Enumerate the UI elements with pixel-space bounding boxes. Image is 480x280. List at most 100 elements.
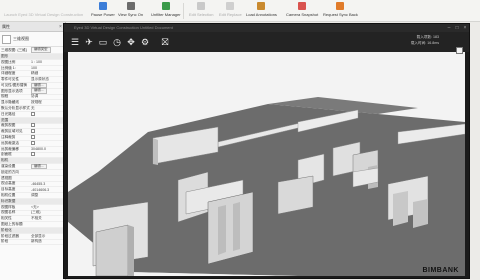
load-annotations-button[interactable]: Load Annotations [246, 1, 277, 21]
property-value[interactable]: 新构造 [30, 239, 64, 244]
property-key: 锁定的方向 [1, 169, 19, 174]
info-line-2: 载入时间: 16.8ms [410, 41, 439, 45]
checkbox[interactable] [31, 123, 35, 128]
wall [128, 225, 134, 276]
move-icon[interactable]: ✥ [126, 37, 136, 47]
plane-icon[interactable]: ✈ [84, 37, 94, 47]
properties-header: 属性 × [0, 22, 65, 32]
edit-replace-button[interactable]: Edit Replace [219, 1, 242, 21]
annotation-icon [257, 2, 266, 10]
property-value[interactable] [30, 135, 64, 140]
pause-power-button[interactable]: Pause Power [91, 1, 115, 21]
property-key: 相机位置 [1, 193, 16, 198]
property-value[interactable]: 精细 [30, 71, 64, 76]
pause-icon [98, 2, 107, 10]
menu-icon[interactable]: ☰ [70, 37, 80, 47]
property-value[interactable]: -46455.3 [30, 182, 64, 186]
property-value[interactable]: 304800.0 [30, 147, 64, 151]
property-value[interactable]: 编辑... [30, 163, 64, 170]
wall [413, 199, 428, 228]
property-key: 阶段过滤器 [1, 233, 19, 238]
clock-icon[interactable]: ◷ [112, 37, 122, 47]
edit-button[interactable]: 编辑... [31, 82, 47, 89]
property-row[interactable]: 阶段 新构造 [0, 239, 65, 246]
property-value[interactable]: 调整 [30, 193, 64, 198]
property-key: 视图比例 [1, 59, 16, 64]
maximize-icon[interactable]: □ [454, 25, 460, 31]
view-cube-icon[interactable] [456, 47, 463, 54]
property-value[interactable]: 按规程 [30, 100, 64, 105]
edit-button[interactable]: 编辑... [31, 88, 47, 94]
property-value[interactable]: 编辑... [30, 82, 64, 89]
property-key: 裁剪视图 [1, 123, 16, 128]
3d-viewport[interactable] [68, 52, 465, 276]
property-key: 目标高度 [1, 187, 16, 192]
robot-icon[interactable]: ⚙ [140, 37, 150, 47]
property-value[interactable] [30, 129, 64, 134]
close-icon[interactable]: × [462, 25, 468, 31]
view-sync-button[interactable]: View Sync On [118, 1, 143, 21]
checkbox[interactable] [31, 129, 35, 134]
property-key: 视点高度 [1, 181, 16, 186]
wall [233, 202, 240, 251]
property-key: 相关性 [1, 216, 12, 221]
checkbox[interactable] [31, 140, 35, 145]
wall [207, 191, 254, 265]
property-key: 图纸上的标题 [1, 222, 23, 227]
request-sync-back-button[interactable]: Request Sync Back [323, 1, 358, 21]
property-key: 相机 [1, 158, 9, 163]
properties-panel: 属性 × 三维视图 三维视图: {三维} 编辑类型 图形 视图比例 1 : 100 比… [0, 22, 66, 280]
property-value[interactable] [30, 111, 64, 117]
property-key: 显示隐藏线 [1, 100, 19, 105]
property-value[interactable]: 1 : 100 [30, 60, 64, 64]
property-key: 注释裁剪 [1, 135, 16, 140]
property-value[interactable] [30, 140, 64, 146]
property-value[interactable]: 无 [30, 106, 64, 111]
property-key: 视图样板 [1, 204, 16, 209]
wall [153, 138, 158, 165]
camera-snapshot-button[interactable]: Camera Snapshot [286, 1, 318, 21]
property-value[interactable]: -4014606.3 [30, 188, 64, 192]
checkbox[interactable] [31, 152, 35, 157]
folder-icon[interactable]: ▭ [98, 37, 108, 47]
wall [218, 205, 226, 255]
wall [95, 224, 129, 276]
instance-filter[interactable]: 三维视图: {三维} [0, 48, 30, 53]
property-value[interactable]: 不相关 [30, 216, 64, 221]
sync-icon [126, 2, 135, 10]
property-value[interactable]: 全部显示 [30, 234, 64, 239]
property-value[interactable]: <无> [30, 205, 64, 210]
viewer-window: Eyed 3D Virtual Design Construction Unti… [63, 23, 470, 279]
property-key: 远剪裁激活 [1, 140, 19, 145]
edit-type-button[interactable]: 编辑类型 [31, 47, 51, 53]
property-value[interactable]: {三维} [30, 210, 64, 215]
property-key: 规程 [1, 94, 9, 99]
checkbox[interactable] [31, 135, 35, 140]
property-value[interactable]: 100 [30, 66, 64, 70]
edit-selection-button[interactable]: Edit Selection [189, 1, 213, 21]
app-title: Launch Eyed 3D Virtual Design Constructi… [4, 12, 84, 17]
watermark-logo: BIMBANK [422, 267, 459, 274]
property-value[interactable] [30, 152, 64, 157]
type-name: 三维视图 [13, 36, 29, 41]
unfilter-manager-button[interactable]: Unfilter Manager [151, 1, 181, 21]
property-key: 详细程度 [1, 71, 16, 76]
property-key: 范围 [1, 117, 9, 122]
property-key: 图形 [1, 53, 9, 58]
checkbox[interactable] [31, 111, 35, 116]
camera-icon [298, 2, 307, 10]
property-value[interactable]: 协调 [30, 94, 64, 99]
ribbon-toolbar: Launch Eyed 3D Virtual Design Constructi… [0, 0, 480, 22]
type-selector[interactable]: 三维视图 [0, 32, 65, 47]
minimize-icon[interactable]: – [446, 25, 452, 31]
pedestrian-icon[interactable]: ⛝ [160, 37, 170, 47]
property-key: 透视图 [1, 175, 12, 180]
property-key: 视图名称 [1, 210, 16, 215]
selection-icon [197, 2, 206, 10]
property-value[interactable]: 编辑... [30, 88, 64, 94]
property-key: 阶段化 [1, 227, 12, 232]
property-value[interactable]: 显示原状态 [30, 77, 64, 82]
property-value[interactable] [30, 123, 64, 128]
edit-button[interactable]: 编辑... [31, 163, 47, 170]
filter-icon [161, 2, 170, 10]
